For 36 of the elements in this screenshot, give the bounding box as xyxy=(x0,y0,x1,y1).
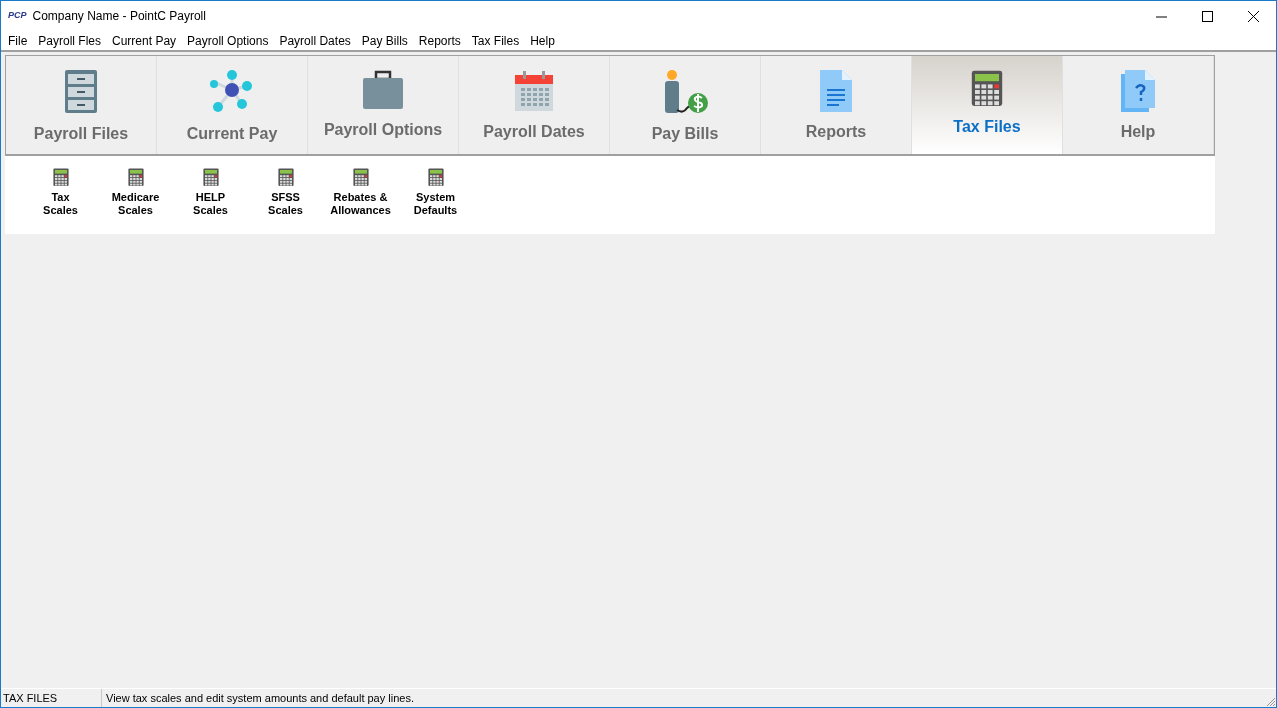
document-icon xyxy=(820,70,852,112)
tool-button[interactable]: Rebates & Allowances xyxy=(323,168,398,234)
maximize-icon xyxy=(1201,10,1213,22)
tool-button[interactable]: SFSS Scales xyxy=(248,168,323,234)
calculator-icon xyxy=(352,168,369,187)
calculator-icon xyxy=(427,168,444,187)
help-document-icon xyxy=(1121,70,1155,112)
status-section: TAX FILES xyxy=(1,689,102,707)
status-message: View tax scales and edit system amounts and default pay lines. xyxy=(105,691,415,706)
menu-item[interactable]: Tax Files xyxy=(467,31,527,50)
calculator-icon xyxy=(52,168,69,187)
filing-cabinet-icon xyxy=(65,70,97,114)
calculator-icon xyxy=(127,168,144,187)
menu-item[interactable]: Payroll Dates xyxy=(275,31,358,50)
resize-grip-icon[interactable] xyxy=(1264,695,1276,707)
briefcase-icon xyxy=(362,70,404,110)
tool-button[interactable]: System Defaults xyxy=(398,168,473,234)
menu-item[interactable]: Payroll Options xyxy=(183,31,276,50)
window-title: Company Name - PointC Payroll xyxy=(32,8,206,25)
app-logo: PCP xyxy=(8,9,27,23)
menu-item[interactable]: Reports xyxy=(414,31,468,50)
menu-item[interactable]: Pay Bills xyxy=(357,31,415,50)
menu-item[interactable]: Current Pay xyxy=(108,31,184,50)
tool-button[interactable]: Medicare Scales xyxy=(98,168,173,234)
calendar-icon xyxy=(514,70,554,112)
network-nodes-icon xyxy=(210,70,254,114)
tool-button[interactable]: HELP Scales xyxy=(173,168,248,234)
menu-item[interactable]: Help xyxy=(526,31,562,50)
menu-item[interactable]: Payroll Fles xyxy=(34,31,109,50)
close-icon xyxy=(1247,10,1259,22)
tool-button[interactable]: Tax Scales xyxy=(23,168,98,234)
calculator-icon xyxy=(202,168,219,187)
calculator-icon xyxy=(277,168,294,187)
calculator-icon xyxy=(971,70,1003,107)
menu-item[interactable]: File xyxy=(4,31,35,50)
toolbar-tab[interactable]: Tax Files xyxy=(912,56,1063,154)
